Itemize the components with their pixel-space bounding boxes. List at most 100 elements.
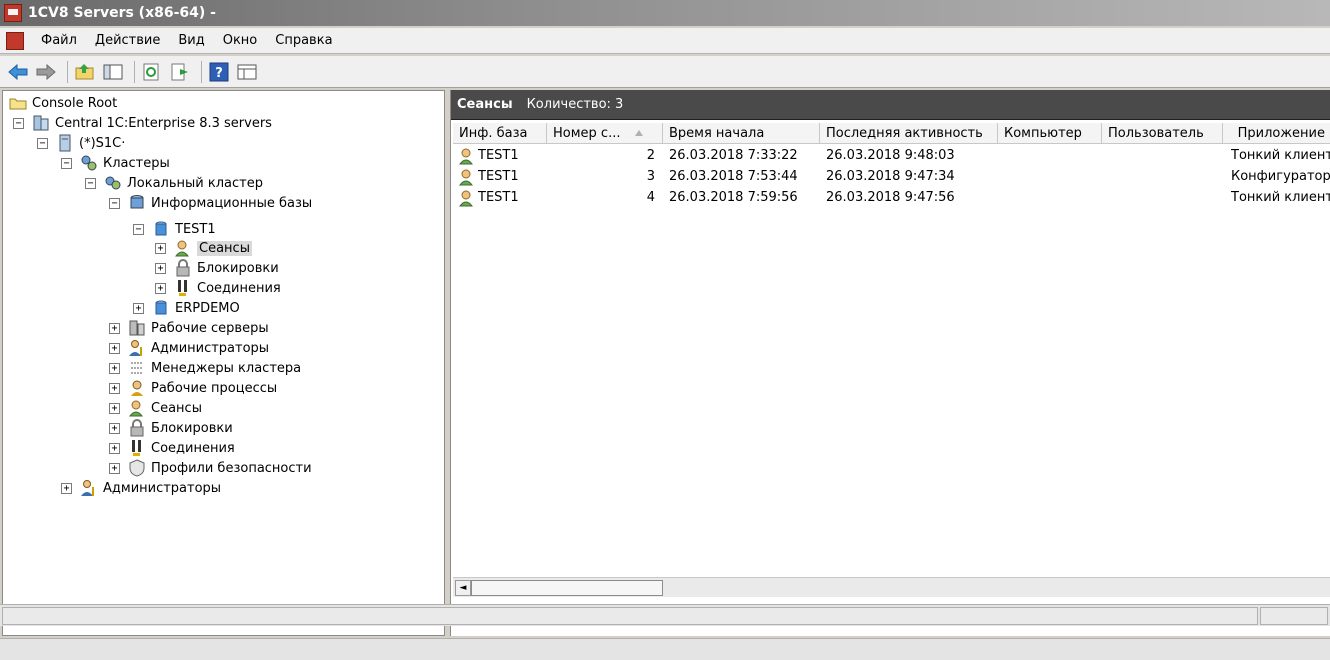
table-row[interactable]: TEST1 2 26.03.2018 7:33:22 26.03.2018 9:…: [453, 145, 1330, 166]
collapse-toggle[interactable]: −: [61, 157, 72, 169]
toolbar-separator: [134, 60, 135, 83]
database-icon: [152, 299, 170, 317]
cluster-managers-icon: [128, 359, 146, 377]
cell-number: 2: [646, 148, 655, 163]
table-row[interactable]: TEST1 4 26.03.2018 7:59:56 26.03.2018 9:…: [453, 187, 1330, 208]
cell-user: [1108, 187, 1222, 208]
table-row[interactable]: TEST1 3 26.03.2018 7:53:44 26.03.2018 9:…: [453, 166, 1330, 187]
sort-ascending-icon: [634, 126, 644, 141]
menu-window[interactable]: Окно: [214, 33, 267, 48]
expand-toggle[interactable]: +: [109, 322, 120, 334]
sessions-icon: [128, 399, 146, 417]
cell-computer: [1004, 187, 1102, 208]
results-count: Количество: 3: [526, 97, 624, 112]
svg-text:?: ?: [215, 66, 223, 81]
tree-item-work-processes[interactable]: + Рабочие процессы: [109, 378, 277, 398]
results-header: Сеансы Количество: 3: [451, 90, 1330, 120]
clusters-icon: [80, 154, 98, 172]
tree-item-label: Рабочие серверы: [151, 320, 269, 336]
tree-item-locks[interactable]: + Блокировки: [109, 418, 233, 438]
column-header-user[interactable]: Пользователь: [1102, 123, 1223, 144]
scroll-left-icon[interactable]: ◄: [455, 580, 471, 596]
tree-item-administrators-root[interactable]: + Администраторы: [61, 478, 221, 498]
tree-item-clusters[interactable]: − Кластеры: [61, 153, 170, 173]
properties-icon[interactable]: [235, 60, 259, 84]
system-menu-icon[interactable]: [6, 31, 24, 50]
expand-toggle[interactable]: +: [109, 442, 120, 454]
expand-toggle[interactable]: +: [109, 342, 120, 354]
collapse-toggle[interactable]: −: [109, 197, 120, 209]
column-header-computer[interactable]: Компьютер: [998, 123, 1102, 144]
show-hide-tree-icon[interactable]: [101, 60, 125, 84]
column-header-start-time[interactable]: Время начала: [663, 123, 820, 144]
menu-help[interactable]: Справка: [266, 33, 341, 48]
tree-item-administrators[interactable]: + Администраторы: [109, 338, 269, 358]
cluster-icon: [104, 174, 122, 192]
tree-item-server[interactable]: − (*)S1C·: [37, 133, 125, 153]
expand-toggle[interactable]: +: [155, 262, 166, 274]
column-header-application[interactable]: Приложение: [1223, 123, 1329, 144]
help-icon[interactable]: ?: [207, 60, 231, 84]
work-processes-icon: [128, 379, 146, 397]
up-folder-icon[interactable]: [73, 60, 97, 84]
cell-last-activity: 26.03.2018 9:47:34: [826, 169, 955, 184]
back-arrow-icon[interactable]: [6, 60, 30, 84]
collapse-toggle[interactable]: −: [133, 223, 144, 235]
toolbar: ?: [0, 56, 1330, 88]
expand-toggle[interactable]: +: [109, 362, 120, 374]
cell-application: Тонкий клиент: [1231, 148, 1330, 163]
tree-item-test1[interactable]: − TEST1: [133, 219, 216, 239]
horizontal-scrollbar[interactable]: ◄: [453, 577, 1330, 597]
tree-item-label: Сеансы: [151, 400, 202, 416]
expand-toggle[interactable]: +: [109, 422, 120, 434]
collapse-toggle[interactable]: −: [13, 117, 24, 129]
tree-item-security-profiles[interactable]: + Профили безопасности: [109, 458, 312, 478]
work-servers-icon: [128, 319, 146, 337]
tree-item-work-servers[interactable]: + Рабочие серверы: [109, 318, 269, 338]
collapse-toggle[interactable]: −: [85, 177, 96, 189]
cell-number: 3: [646, 169, 655, 184]
tree-item-locks-test1[interactable]: + Блокировки: [155, 258, 279, 278]
tree-item-infobases[interactable]: − Информационные базы: [109, 193, 312, 213]
cell-user: [1108, 145, 1222, 166]
tree-item-label: TEST1: [175, 221, 216, 237]
tree-item-label: Администраторы: [151, 340, 270, 356]
menu-file[interactable]: Файл: [32, 33, 86, 48]
menu-view[interactable]: Вид: [169, 33, 213, 48]
expand-toggle[interactable]: +: [109, 402, 120, 414]
expand-toggle[interactable]: +: [61, 482, 72, 494]
column-header-infobase[interactable]: Инф. база: [453, 123, 547, 144]
tree-item-cluster-managers[interactable]: + Менеджеры кластера: [109, 358, 301, 378]
cell-start-time: 26.03.2018 7:53:44: [669, 169, 798, 184]
scrollbar-thumb[interactable]: [471, 580, 663, 596]
console-tree[interactable]: Console Root − Central 1C:Enterprise 8.3…: [2, 90, 445, 636]
security-profiles-icon: [128, 459, 146, 477]
expand-toggle[interactable]: +: [133, 302, 144, 314]
export-list-icon[interactable]: [168, 60, 192, 84]
menu-action[interactable]: Действие: [86, 33, 169, 48]
tree-item-sessions[interactable]: + Сеансы: [109, 398, 202, 418]
tree-item-sessions-test1[interactable]: + Сеансы: [155, 238, 252, 258]
tree-item-console-root[interactable]: Console Root: [9, 93, 117, 113]
cell-last-activity: 26.03.2018 9:47:56: [826, 190, 955, 205]
expand-toggle[interactable]: +: [109, 462, 120, 474]
tree-item-local-cluster[interactable]: − Локальный кластер: [85, 173, 263, 193]
tree-item-connections-test1[interactable]: + Соединения: [155, 278, 281, 298]
forward-arrow-icon[interactable]: [34, 60, 58, 84]
tree-item-label: Блокировки: [197, 260, 279, 276]
toolbar-separator: [201, 60, 202, 83]
refresh-icon[interactable]: [140, 60, 164, 84]
tree-item-label: (*)S1C·: [79, 135, 126, 151]
column-header-last-activity[interactable]: Последняя активность: [820, 123, 998, 144]
expand-toggle[interactable]: +: [155, 282, 166, 294]
expand-toggle[interactable]: +: [155, 242, 166, 254]
cell-number: 4: [646, 190, 655, 205]
expand-toggle[interactable]: +: [109, 382, 120, 394]
tree-item-central-servers[interactable]: − Central 1C:Enterprise 8.3 servers: [13, 113, 272, 133]
tree-item-connections[interactable]: + Соединения: [109, 438, 235, 458]
column-header-number[interactable]: Номер с...: [547, 123, 663, 144]
collapse-toggle[interactable]: −: [37, 137, 48, 149]
server-icon: [56, 134, 74, 152]
tree-item-erpdemo[interactable]: + ERPDEMO: [133, 298, 240, 318]
cell-computer: [1004, 145, 1102, 166]
